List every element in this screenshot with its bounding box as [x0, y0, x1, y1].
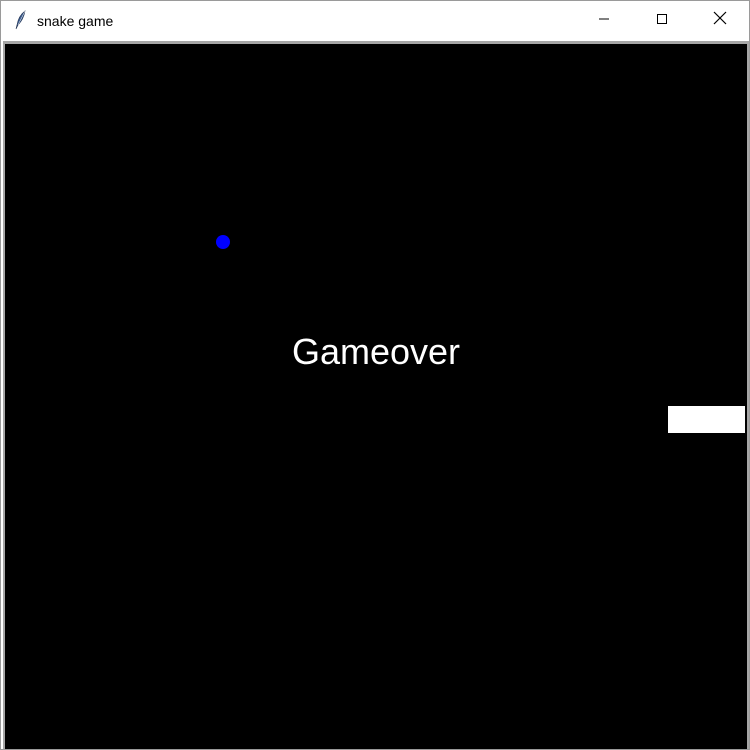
game-window: snake game Gameover	[0, 0, 750, 750]
maximize-icon	[656, 12, 668, 30]
title-bar[interactable]: snake game	[1, 1, 749, 40]
close-icon	[713, 11, 727, 30]
feather-icon	[13, 10, 29, 30]
maximize-button[interactable]	[633, 1, 691, 40]
window-title: snake game	[37, 13, 114, 29]
snake-body	[668, 406, 745, 433]
minimize-button[interactable]	[575, 1, 633, 40]
minimize-icon	[598, 12, 610, 30]
food-pellet	[216, 235, 230, 249]
close-button[interactable]	[691, 1, 749, 40]
game-canvas[interactable]	[5, 44, 747, 749]
gameover-text: Gameover	[291, 331, 461, 372]
